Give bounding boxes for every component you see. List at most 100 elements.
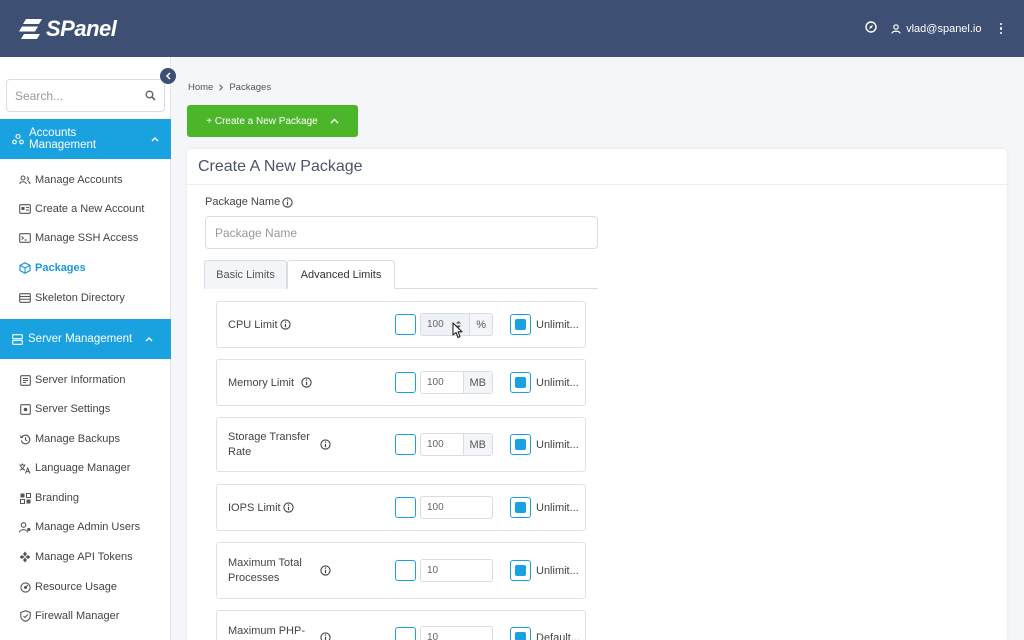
tab-advanced-limits[interactable]: Advanced Limits: [287, 260, 395, 289]
compass-icon[interactable]: [865, 21, 877, 36]
limit-checkbox[interactable]: [395, 314, 416, 335]
package-name-label: Package Name: [205, 196, 293, 208]
section-server-label: Server Management: [28, 333, 133, 345]
unlimited-checkbox[interactable]: [510, 497, 531, 518]
create-package-card: Create A New Package Package Name Packag…: [187, 149, 1007, 640]
limit-row-max-processes: Maximum Total Processes 10 Unlimit...: [216, 542, 586, 599]
limit-row-iops: IOPS Limit 100 Unlimit...: [216, 484, 586, 531]
chevron-up-icon: [330, 118, 339, 124]
info-icon[interactable]: [280, 319, 291, 330]
user-email: vlad@spanel.io: [906, 22, 982, 35]
limit-checkbox[interactable]: [395, 372, 416, 393]
unlimited-checkbox[interactable]: [510, 372, 531, 393]
sidebar-item-server-settings[interactable]: Server Settings: [19, 399, 110, 419]
sidebar-search-input[interactable]: Search...: [6, 79, 165, 112]
storage-transfer-input[interactable]: 100 MB: [420, 433, 493, 456]
shield-icon: [19, 610, 31, 622]
more-options-icon[interactable]: [996, 22, 1007, 35]
sidebar-item-packages[interactable]: Packages: [19, 258, 86, 278]
info-icon[interactable]: [320, 439, 331, 450]
sidebar-item-language-manager[interactable]: Language Manager: [19, 458, 130, 478]
limit-row-cpu: CPU Limit 100 % Unlimit...: [216, 301, 586, 348]
unlimited-checkbox[interactable]: [510, 314, 531, 335]
default-toggle[interactable]: Default...: [510, 627, 580, 640]
gauge-icon: [19, 581, 31, 593]
limit-label: IOPS Limit: [228, 502, 281, 514]
limit-checkbox[interactable]: [395, 497, 416, 518]
history-icon: [19, 433, 31, 445]
sidebar-item-manage-admin-users[interactable]: Manage Admin Users: [19, 517, 140, 537]
sidebar-item-create-account[interactable]: Create a New Account: [19, 199, 144, 219]
package-icon: [19, 262, 31, 274]
section-server-management[interactable]: Server Management: [0, 319, 171, 359]
limit-label: Storage Transfer Rate: [228, 431, 310, 458]
unlimited-checkbox[interactable]: [510, 560, 531, 581]
user-menu[interactable]: vlad@spanel.io: [891, 22, 982, 35]
unit-label: MB: [462, 372, 492, 393]
search-icon[interactable]: [145, 90, 156, 101]
unlimited-toggle[interactable]: Unlimit...: [510, 434, 579, 455]
spanel-logo[interactable]: SPanel: [18, 15, 117, 42]
chevron-up-icon: [145, 336, 153, 342]
sidebar-item-branding[interactable]: Branding: [19, 488, 79, 508]
breadcrumb-home[interactable]: Home: [188, 82, 213, 93]
limit-checkbox[interactable]: [395, 627, 416, 640]
branding-icon: [19, 492, 31, 504]
info-icon[interactable]: [283, 502, 294, 513]
sidebar-item-manage-ssh[interactable]: Manage SSH Access: [19, 228, 138, 248]
sidebar-item-resource-usage[interactable]: Resource Usage: [19, 577, 117, 597]
unlimited-checkbox[interactable]: [510, 434, 531, 455]
unit-label: MB: [462, 434, 492, 455]
chevron-right-icon: [219, 84, 224, 91]
sidebar-item-server-information[interactable]: Server Information: [19, 370, 125, 390]
info-icon[interactable]: [301, 377, 312, 388]
api-icon: [19, 551, 31, 563]
package-name-input[interactable]: Package Name: [205, 216, 598, 249]
translate-icon: [19, 462, 31, 474]
sidebar-item-manage-accounts[interactable]: Manage Accounts: [19, 170, 122, 190]
settings-icon: [19, 403, 31, 415]
sidebar-item-skeleton-directory[interactable]: Skeleton Directory: [19, 288, 125, 308]
unlimited-toggle[interactable]: Unlimit...: [510, 560, 579, 581]
limit-checkbox[interactable]: [395, 560, 416, 581]
terminal-icon: [19, 232, 31, 244]
unlimited-toggle[interactable]: Unlimit...: [510, 314, 579, 335]
limit-checkbox[interactable]: [395, 434, 416, 455]
default-checkbox[interactable]: [510, 627, 531, 640]
card-title: Create A New Package: [198, 158, 363, 175]
folder-list-icon: [19, 292, 31, 304]
sidebar-collapse-button[interactable]: [160, 68, 176, 84]
section-accounts-management[interactable]: Accounts Management: [0, 119, 171, 159]
id-card-icon: [19, 203, 31, 215]
spanel-logo-icon: [19, 18, 42, 39]
breadcrumb-current: Packages: [229, 82, 272, 93]
top-bar: SPanel vlad@spanel.io: [0, 0, 1024, 57]
info-icon[interactable]: [320, 632, 331, 640]
info-icon[interactable]: [282, 196, 293, 208]
iops-limit-input[interactable]: 100: [420, 496, 493, 519]
users-icon: [19, 174, 31, 186]
sidebar-item-firewall-manager[interactable]: Firewall Manager: [19, 606, 119, 626]
max-php-input[interactable]: 10: [420, 626, 493, 640]
memory-limit-input[interactable]: 100 MB: [420, 371, 493, 394]
limit-label: Memory Limit: [228, 377, 295, 389]
limit-label: Maximum Total Processes: [228, 557, 302, 584]
info-icon[interactable]: [320, 565, 331, 576]
unlimited-toggle[interactable]: Unlimit...: [510, 372, 579, 393]
mouse-cursor-icon: [452, 322, 463, 339]
max-processes-input[interactable]: 10: [420, 559, 493, 582]
document-icon: [19, 374, 31, 386]
sidebar-item-manage-backups[interactable]: Manage Backups: [19, 429, 120, 449]
chevron-up-icon: [151, 136, 159, 142]
brand-name: SPanel: [46, 15, 117, 41]
breadcrumb: Home Packages: [188, 82, 271, 93]
create-new-package-label: + Create a New Package: [206, 115, 318, 127]
limit-label: CPU Limit: [228, 319, 278, 331]
limit-row-memory: Memory Limit 100 MB Unlimit...: [216, 359, 586, 406]
sidebar-item-manage-api-tokens[interactable]: Manage API Tokens: [19, 547, 133, 567]
package-name-placeholder: Package Name: [215, 225, 298, 240]
limit-label: Maximum PHP-: [228, 625, 306, 637]
create-new-package-button[interactable]: + Create a New Package: [187, 105, 358, 137]
tab-basic-limits[interactable]: Basic Limits: [204, 260, 287, 289]
unlimited-toggle[interactable]: Unlimit...: [510, 497, 579, 518]
